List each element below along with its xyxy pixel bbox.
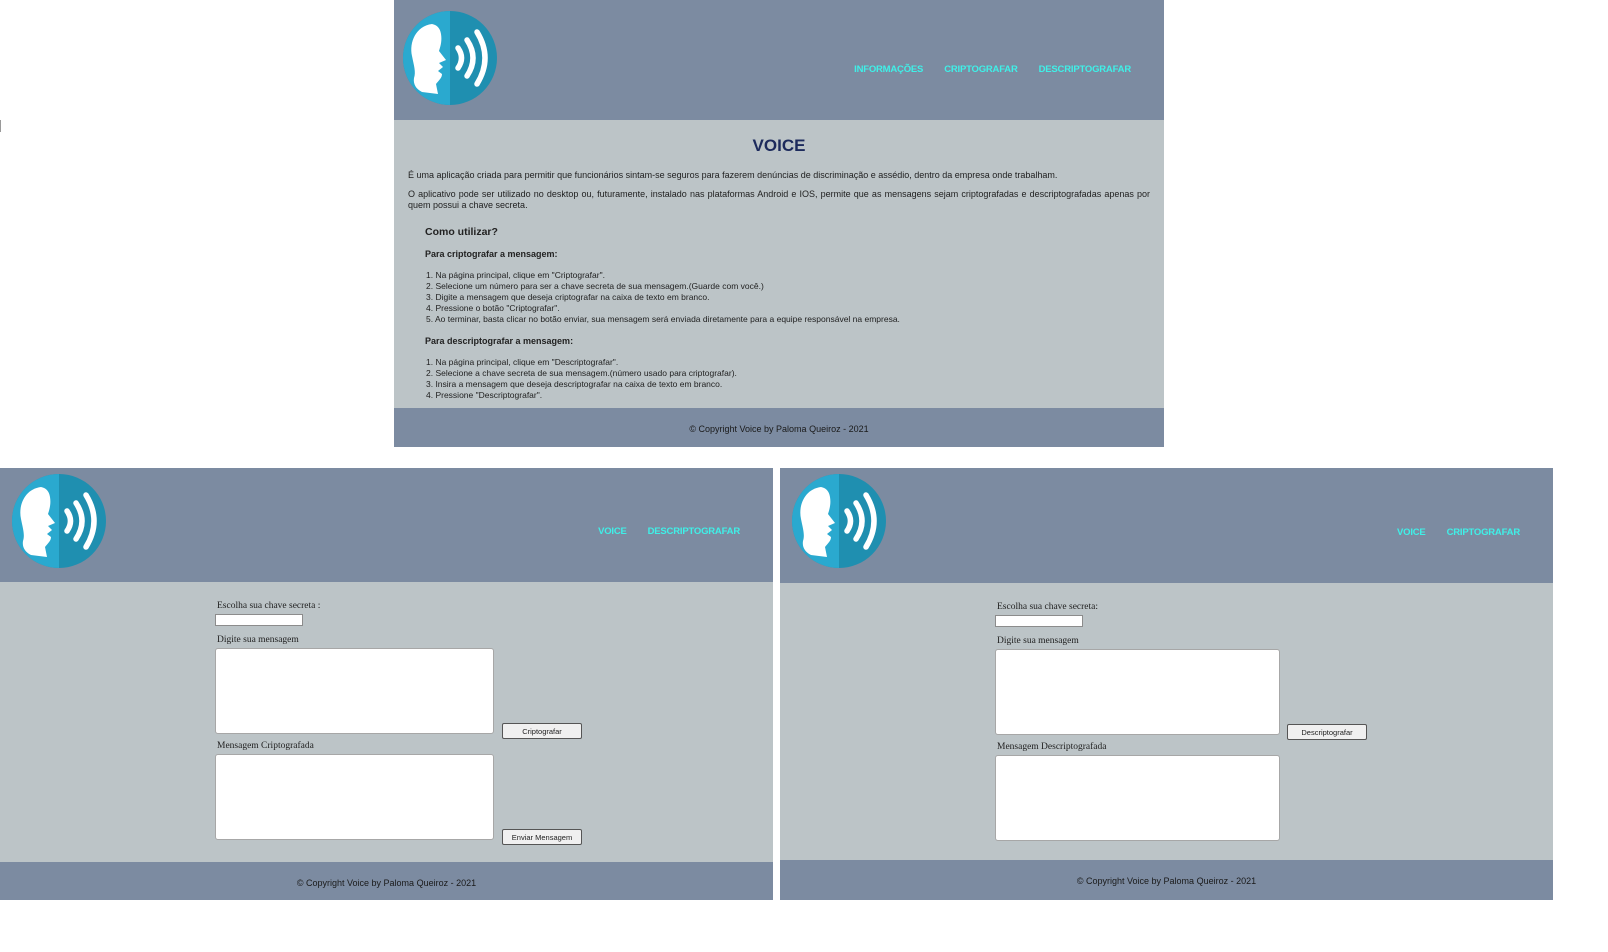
encrypted-message-textarea[interactable] bbox=[215, 754, 494, 840]
list-item: 4. Pressione "Descriptografar". bbox=[426, 390, 543, 400]
encrypted-message-label: Mensagem Criptografada bbox=[217, 741, 314, 751]
footer: © Copyright Voice by Paloma Queiroz - 20… bbox=[394, 408, 1164, 447]
decrypt-instructions-heading: Para descriptografar a mensagem: bbox=[425, 336, 574, 346]
footer: © Copyright Voice by Paloma Queiroz - 20… bbox=[780, 860, 1553, 900]
encrypt-instructions-heading: Para criptografar a mensagem: bbox=[425, 249, 558, 259]
secret-key-label: Escolha sua chave secreta: bbox=[997, 602, 1099, 612]
header: VOICE DESCRIPTOGRAFAR bbox=[0, 468, 773, 582]
copyright-text: © Copyright Voice by Paloma Queiroz - 20… bbox=[1076, 876, 1257, 886]
message-label: Digite sua mensagem bbox=[217, 635, 299, 645]
nav-link-informacoes[interactable]: INFORMAÇÕES bbox=[854, 64, 923, 75]
nav-link-descriptografar[interactable]: DESCRIPTOGRAFAR bbox=[648, 526, 741, 537]
list-item: 3. Digite a mensagem que deseja criptogr… bbox=[426, 292, 710, 302]
main-nav: INFORMAÇÕES CRIPTOGRAFAR DESCRIPTOGRAFAR bbox=[854, 64, 1131, 75]
message-textarea[interactable] bbox=[995, 649, 1280, 735]
voice-logo-icon[interactable] bbox=[11, 473, 107, 569]
nav-link-voice[interactable]: VOICE bbox=[598, 526, 627, 537]
secret-key-input[interactable] bbox=[215, 614, 303, 626]
list-item: 2. Selecione a chave secreta de sua mens… bbox=[426, 368, 737, 378]
main-nav: VOICE CRIPTOGRAFAR bbox=[1397, 527, 1520, 538]
encrypt-steps-list: 1. Na página principal, clique em "Cript… bbox=[426, 270, 900, 325]
intro-paragraph: É uma aplicação criada para permitir que… bbox=[408, 170, 1058, 180]
list-item: 1. Na página principal, clique em "Descr… bbox=[426, 357, 619, 367]
content-area: VOICE É uma aplicação criada para permit… bbox=[394, 120, 1164, 408]
message-label: Digite sua mensagem bbox=[997, 636, 1079, 646]
content-area: Escolha sua chave secreta: Digite sua me… bbox=[780, 583, 1553, 860]
list-item: 5. Ao terminar, basta clicar no botão en… bbox=[426, 314, 900, 324]
nav-link-descriptografar[interactable]: DESCRIPTOGRAFAR bbox=[1039, 64, 1132, 75]
decrypt-page: VOICE CRIPTOGRAFAR Escolha sua chave sec… bbox=[780, 468, 1553, 900]
how-to-heading: Como utilizar? bbox=[425, 226, 498, 238]
decrypted-message-textarea[interactable] bbox=[995, 755, 1280, 841]
description-paragraph: O aplicativo pode ser utilizado no deskt… bbox=[408, 189, 1150, 210]
copyright-text: © Copyright Voice by Paloma Queiroz - 20… bbox=[689, 424, 869, 434]
copyright-text: © Copyright Voice by Paloma Queiroz - 20… bbox=[296, 878, 477, 888]
list-item: 2. Selecione um número para ser a chave … bbox=[426, 281, 764, 291]
decrypt-button[interactable]: Descriptografar bbox=[1287, 724, 1367, 740]
decrypted-message-label: Mensagem Descriptografada bbox=[997, 742, 1107, 752]
main-nav: VOICE DESCRIPTOGRAFAR bbox=[598, 526, 740, 537]
list-item: 1. Na página principal, clique em "Cript… bbox=[426, 270, 605, 280]
header: INFORMAÇÕES CRIPTOGRAFAR DESCRIPTOGRAFAR bbox=[394, 0, 1164, 120]
page-title: VOICE bbox=[752, 136, 806, 155]
voice-logo-icon[interactable] bbox=[791, 473, 887, 569]
content-area: Escolha sua chave secreta : Digite sua m… bbox=[0, 582, 773, 862]
header: VOICE CRIPTOGRAFAR bbox=[780, 468, 1553, 583]
text-cursor-mark bbox=[0, 120, 1, 132]
encrypt-button[interactable]: Criptografar bbox=[502, 723, 582, 739]
voice-logo-icon[interactable] bbox=[402, 10, 498, 106]
list-item: 4. Pressione o botão "Criptografar". bbox=[426, 303, 560, 313]
list-item: 3. Insira a mensagem que deseja descript… bbox=[426, 379, 723, 389]
nav-link-criptografar[interactable]: CRIPTOGRAFAR bbox=[944, 64, 1018, 75]
info-page: INFORMAÇÕES CRIPTOGRAFAR DESCRIPTOGRAFAR… bbox=[394, 0, 1164, 447]
secret-key-input[interactable] bbox=[995, 615, 1083, 627]
send-message-button[interactable]: Enviar Mensagem bbox=[502, 829, 582, 845]
decrypt-steps-list: 1. Na página principal, clique em "Descr… bbox=[426, 357, 737, 401]
nav-link-voice[interactable]: VOICE bbox=[1397, 527, 1426, 538]
encrypt-page: VOICE DESCRIPTOGRAFAR Escolha sua chave … bbox=[0, 468, 773, 900]
footer: © Copyright Voice by Paloma Queiroz - 20… bbox=[0, 862, 773, 900]
secret-key-label: Escolha sua chave secreta : bbox=[217, 601, 321, 611]
nav-link-criptografar[interactable]: CRIPTOGRAFAR bbox=[1447, 527, 1521, 538]
message-textarea[interactable] bbox=[215, 648, 494, 734]
